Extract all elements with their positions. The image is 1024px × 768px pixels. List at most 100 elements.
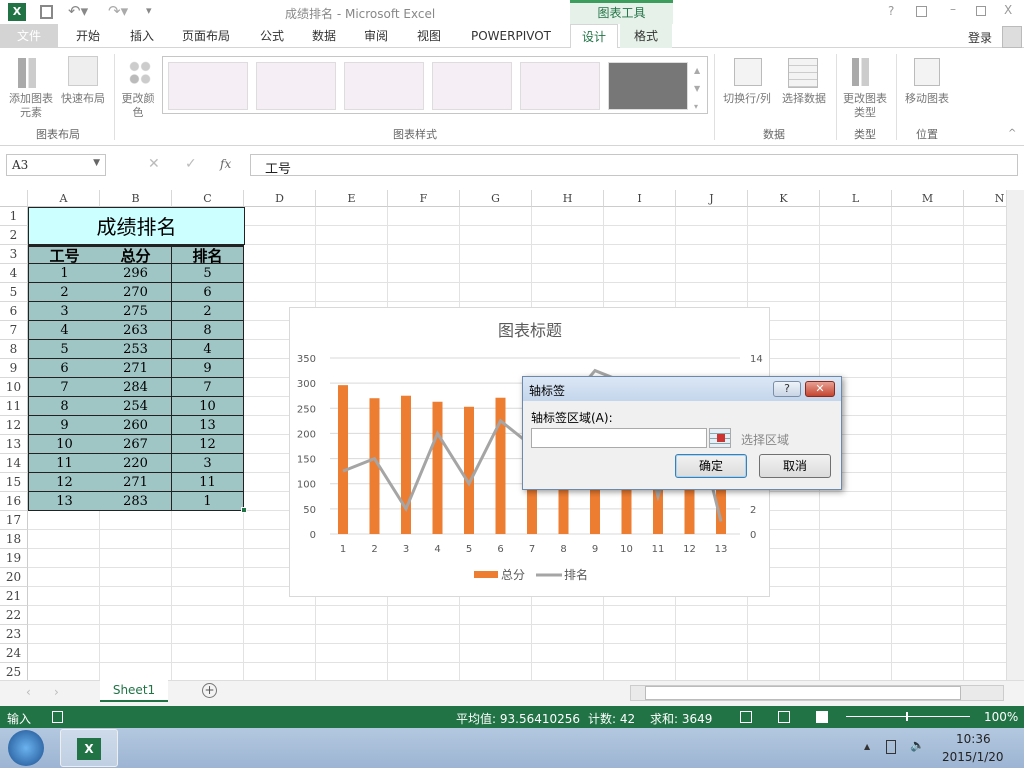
page-layout-view-icon[interactable]	[778, 711, 790, 723]
table-cell[interactable]: 270	[100, 283, 172, 302]
row-header-9[interactable]: 9	[0, 359, 28, 378]
row-header-11[interactable]: 11	[0, 397, 28, 416]
network-icon[interactable]	[886, 740, 896, 754]
chart-style-4[interactable]	[432, 62, 512, 110]
table-cell[interactable]: 5	[172, 264, 244, 283]
row-header-13[interactable]: 13	[0, 435, 28, 454]
insert-function-button[interactable]: fx	[220, 157, 231, 171]
taskbar-excel-button[interactable]: X	[60, 729, 118, 767]
next-sheet-icon[interactable]: ›	[54, 685, 59, 699]
vertical-scrollbar[interactable]	[1006, 190, 1024, 680]
tab-7[interactable]: 视图	[404, 24, 454, 48]
minimize-button[interactable]: –	[950, 2, 956, 16]
column-header-H[interactable]: H	[532, 190, 604, 207]
table-cell[interactable]: 11	[172, 473, 244, 492]
row-header-19[interactable]: 19	[0, 549, 28, 568]
dialog-close-button[interactable]: ✕	[805, 381, 835, 397]
collapse-ribbon-icon[interactable]: ^	[1008, 128, 1016, 139]
tab-4[interactable]: 公式	[248, 24, 296, 48]
selection-handle[interactable]	[241, 507, 247, 513]
column-header-A[interactable]: A	[28, 190, 100, 207]
tab-9[interactable]: 设计	[570, 24, 618, 49]
table-cell[interactable]: 10	[172, 397, 244, 416]
column-header-C[interactable]: C	[172, 190, 244, 207]
table-cell[interactable]: 9	[28, 416, 101, 435]
prev-sheet-icon[interactable]: ‹	[26, 685, 31, 699]
row-header-15[interactable]: 15	[0, 473, 28, 492]
tab-10[interactable]: 格式	[620, 24, 672, 48]
save-icon[interactable]	[40, 5, 53, 19]
tab-6[interactable]: 审阅	[352, 24, 400, 48]
add-sheet-icon[interactable]: +	[202, 683, 217, 698]
table-cell[interactable]: 10	[28, 435, 101, 454]
confirm-entry-icon[interactable]: ✓	[185, 156, 197, 172]
change-chart-type-button[interactable]: 更改图表类型	[838, 92, 892, 120]
table-cell[interactable]: 4	[28, 321, 101, 340]
name-box[interactable]: A3 ▼	[6, 154, 106, 176]
normal-view-icon[interactable]	[740, 711, 752, 723]
row-header-4[interactable]: 4	[0, 264, 28, 283]
user-avatar[interactable]	[1002, 26, 1022, 48]
table-cell[interactable]: 12	[28, 473, 101, 492]
select-all-corner[interactable]	[0, 190, 28, 207]
help-button[interactable]: ?	[888, 4, 894, 18]
sheet-tab-sheet1[interactable]: Sheet1	[100, 680, 168, 702]
column-header-B[interactable]: B	[100, 190, 172, 207]
table-cell[interactable]: 263	[100, 321, 172, 340]
close-button[interactable]: X	[1004, 3, 1012, 17]
table-cell[interactable]: 271	[100, 473, 172, 492]
column-header-N[interactable]: N	[964, 190, 1008, 207]
range-select-icon[interactable]	[709, 428, 731, 448]
table-cell[interactable]: 3	[28, 302, 101, 321]
table-cell[interactable]: 8	[28, 397, 101, 416]
macro-record-icon[interactable]	[52, 711, 63, 723]
table-cell[interactable]: 254	[100, 397, 172, 416]
column-header-M[interactable]: M	[892, 190, 964, 207]
table-cell[interactable]: 13	[172, 416, 244, 435]
chart-style-1[interactable]	[168, 62, 248, 110]
column-header-I[interactable]: I	[604, 190, 676, 207]
undo-icon[interactable]: ↶▾	[68, 2, 88, 20]
select-data-button[interactable]: 选择数据	[776, 92, 832, 106]
table-cell[interactable]: 284	[100, 378, 172, 397]
table-cell[interactable]: 5	[28, 340, 101, 359]
clock-date[interactable]: 2015/1/20	[942, 750, 1004, 764]
chart-style-6[interactable]	[608, 62, 688, 110]
table-cell[interactable]: 13	[28, 492, 101, 511]
table-cell[interactable]: 1	[172, 492, 244, 511]
chart-style-3[interactable]	[344, 62, 424, 110]
table-cell[interactable]: 6	[28, 359, 101, 378]
move-chart-button[interactable]: 移动图表	[900, 92, 954, 106]
tab-2[interactable]: 插入	[116, 24, 168, 48]
tab-3[interactable]: 页面布局	[168, 24, 244, 48]
tab-5[interactable]: 数据	[300, 24, 348, 48]
table-cell[interactable]: 3	[172, 454, 244, 473]
page-break-view-icon[interactable]	[816, 711, 828, 723]
gallery-scroll[interactable]: ▲ ▼ ▾	[694, 62, 700, 116]
table-cell[interactable]: 271	[100, 359, 172, 378]
table-cell[interactable]: 6	[172, 283, 244, 302]
tab-0[interactable]: 文件	[0, 24, 58, 48]
column-header-L[interactable]: L	[820, 190, 892, 207]
column-header-E[interactable]: E	[316, 190, 388, 207]
table-cell[interactable]: 12	[172, 435, 244, 454]
row-header-18[interactable]: 18	[0, 530, 28, 549]
row-header-14[interactable]: 14	[0, 454, 28, 473]
table-cell[interactable]: 253	[100, 340, 172, 359]
row-header-7[interactable]: 7	[0, 321, 28, 340]
row-header-3[interactable]: 3	[0, 245, 28, 264]
table-cell[interactable]: 296	[100, 264, 172, 283]
redo-icon[interactable]: ↷▾	[108, 2, 128, 20]
axis-range-input[interactable]	[531, 428, 707, 448]
column-header-K[interactable]: K	[748, 190, 820, 207]
chart-style-5[interactable]	[520, 62, 600, 110]
table-cell[interactable]: 7	[172, 378, 244, 397]
formula-input[interactable]: 工号	[250, 154, 1018, 177]
restore-button[interactable]	[976, 6, 986, 16]
customize-qat-icon[interactable]: ▾	[146, 4, 152, 17]
column-header-F[interactable]: F	[388, 190, 460, 207]
row-header-22[interactable]: 22	[0, 606, 28, 625]
table-cell[interactable]: 8	[172, 321, 244, 340]
row-header-16[interactable]: 16	[0, 492, 28, 511]
table-cell[interactable]: 9	[172, 359, 244, 378]
